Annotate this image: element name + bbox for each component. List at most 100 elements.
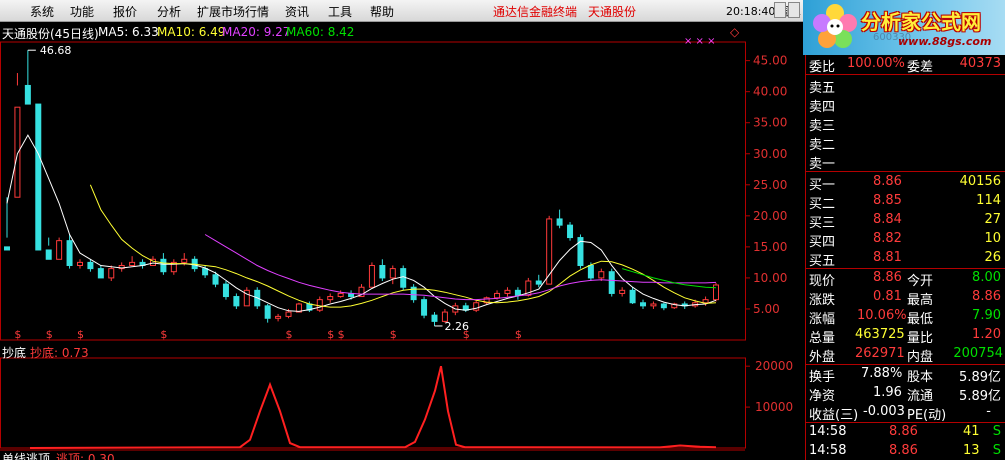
menu-help[interactable]: 帮助 [370, 3, 394, 20]
quote-value: 8.86 [873, 270, 902, 285]
menu-quote[interactable]: 报价 [113, 3, 137, 20]
quote-label: 现价 [809, 274, 836, 289]
buy-label: 买五 [809, 254, 836, 269]
info-row: 换手 7.88% 股本 5.89亿 [805, 365, 1005, 385]
tick-side: S [992, 424, 1001, 439]
buy-signal-marker: $ [515, 328, 522, 341]
candle-body [14, 106, 21, 198]
quote-value: 0.81 [873, 289, 902, 304]
quote-row: 涨跌 0.81 最高 8.86 [805, 288, 1005, 308]
quote-label: 涨幅 [809, 312, 836, 327]
quote-label: 今开 [907, 274, 934, 289]
buy-row[interactable]: 买四 8.82 10 [805, 230, 1005, 250]
buy-volume: 114 [976, 193, 1001, 208]
tick-price: 8.86 [889, 424, 918, 439]
diamond-icon[interactable]: ◇ [730, 25, 739, 39]
candle-body [702, 299, 709, 304]
logo-url[interactable]: www.88gs.com [898, 35, 991, 48]
sell-row[interactable]: 卖二 [805, 133, 1005, 153]
quote-row: 现价 8.86 今开 8.00 [805, 269, 1005, 289]
candle-body [4, 246, 10, 251]
sell-label: 卖三 [809, 119, 836, 134]
quote-value: 8.86 [972, 289, 1001, 304]
weibi-label: 委比 [809, 60, 836, 75]
bottom-indicator-value: 逃顶: 0.30 [56, 452, 115, 460]
menu-tools[interactable]: 工具 [328, 3, 352, 20]
close-button[interactable] [788, 2, 800, 18]
tick-side: S [992, 443, 1001, 458]
sell-row[interactable]: 卖三 [805, 114, 1005, 134]
info-label: 流通 [907, 389, 934, 404]
buy-label: 买四 [809, 235, 836, 250]
sell-row[interactable]: 卖五 [805, 76, 1005, 96]
menu-analysis[interactable]: 分析 [157, 3, 181, 20]
kline-chart[interactable]: 45.00 40.00 35.00 30.00 25.00 20.00 15.00 10.00… [0, 22, 803, 460]
candle-body [504, 289, 511, 294]
window-buttons [774, 2, 802, 19]
weibi-value: 100.00% [847, 56, 905, 71]
sell-row[interactable]: 卖四 [805, 95, 1005, 115]
candle-body [222, 283, 229, 298]
ma60-label: MA60: 8.42 [286, 25, 355, 39]
candle-body [660, 303, 667, 309]
sell-row[interactable]: 卖一 [805, 152, 1005, 172]
price-tick-label: 30.00 [753, 147, 787, 161]
quote-label: 内盘 [907, 350, 934, 365]
indicator-value: 抄底: 0.73 [30, 346, 89, 360]
buy-signal-marker: $ [14, 328, 21, 341]
candle-body [212, 274, 219, 285]
info-label: 换手 [809, 370, 836, 385]
sell-label: 卖四 [809, 100, 836, 115]
info-value: - [986, 404, 991, 419]
weicha-value: 40373 [959, 56, 1001, 71]
tick-row: 14:58 8.86 41 S [805, 423, 1005, 442]
quote-row: 总量 463725 量比 1.20 [805, 326, 1005, 346]
ma20-line [204, 234, 717, 301]
candle-body [556, 218, 563, 226]
candle-body [535, 280, 542, 285]
price-axis: 45.00 40.00 35.00 30.00 25.00 20.00 15.00 10.00… [745, 54, 787, 316]
price-tick-label: 20.00 [753, 209, 787, 223]
candle-body [640, 302, 647, 307]
candle-body [389, 268, 396, 279]
price-tick-label: 25.00 [753, 178, 787, 192]
logo-text: 分析家公式网 [861, 10, 981, 34]
site-logo: 600330 分析家公式网 www.88gs.com [803, 0, 1005, 55]
buy-price: 8.81 [873, 250, 902, 265]
candle-body [567, 224, 574, 239]
buy-signal-marker: $ [327, 328, 334, 341]
candle-body [35, 103, 42, 251]
info-label: 净资 [809, 389, 836, 404]
quote-label: 量比 [907, 331, 934, 346]
buy-row[interactable]: 买一 8.86 40156 [805, 173, 1005, 193]
chart-frame [0, 41, 746, 451]
menu-system[interactable]: 系统 [30, 3, 54, 20]
menu-extended-market[interactable]: 扩展市场行情 [197, 3, 269, 20]
weicha-label: 委差 [907, 60, 934, 75]
buy-row[interactable]: 买二 8.85 114 [805, 192, 1005, 212]
candle-body [108, 268, 115, 279]
ma5-label: MA5: 6.33 [98, 25, 159, 39]
buy-row[interactable]: 买五 8.81 26 [805, 249, 1005, 269]
chart-area[interactable]: 45.00 40.00 35.00 30.00 25.00 20.00 15.00 10.00… [0, 22, 803, 460]
buy-volume: 40156 [959, 174, 1001, 189]
price-tick-label: 45.00 [753, 54, 787, 68]
high-price-label: 46.68 [40, 44, 71, 57]
tick-row: 14:58 8.86 13 S [805, 442, 1005, 460]
buy-row[interactable]: 买三 8.84 27 [805, 211, 1005, 231]
quote-panel: 委比 100.00% 委差 40373 卖五 卖四 卖三 卖二 卖一 买一 8.… [805, 55, 1005, 460]
indicator-line [29, 365, 717, 449]
info-row: 净资 1.96 流通 5.89亿 [805, 384, 1005, 404]
candle-body [598, 271, 605, 279]
buy-signal-marker: $ [286, 328, 293, 341]
menu-function[interactable]: 功能 [70, 3, 94, 20]
candle-body [379, 265, 386, 279]
info-value: 7.88% [861, 366, 903, 381]
menu-news[interactable]: 资讯 [285, 3, 309, 20]
app-name: 通达信金融终端 [493, 5, 578, 19]
buy-signal-marker: $ [160, 328, 167, 341]
buy-signal-marker: $ [390, 328, 397, 341]
minimize-button[interactable] [774, 2, 786, 18]
quote-value: 262971 [855, 346, 905, 361]
menu-bar: 系统 功能 报价 分析 扩展市场行情 资讯 工具 帮助 通达信金融终端 天通股份… [0, 0, 803, 22]
